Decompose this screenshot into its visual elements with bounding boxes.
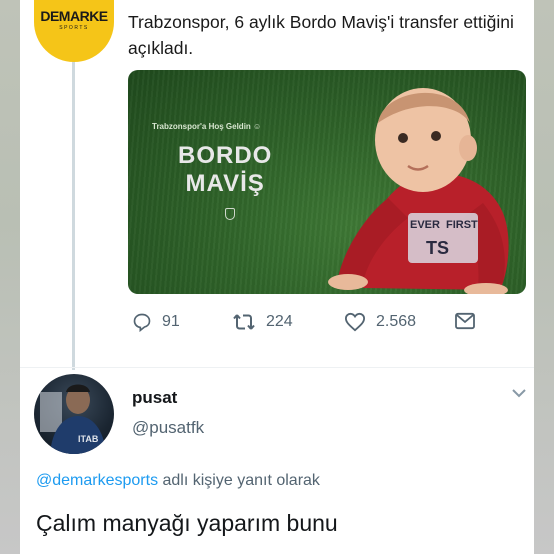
mail-share-icon (455, 312, 475, 330)
media-welcome-text: Trabzonspor'a Hoş Geldin ☺ (152, 122, 262, 131)
tweet-media-image[interactable]: Trabzonspor'a Hoş Geldin ☺ BORDO MAVİŞ E… (128, 70, 526, 294)
thread-line (72, 58, 75, 370)
chevron-down-icon[interactable] (510, 386, 528, 400)
retweet-icon (233, 314, 255, 330)
pusat-avatar[interactable]: ITAB (34, 374, 114, 454)
reply-author-name[interactable]: pusat (132, 388, 177, 408)
logo-sub-text: SPORTS (59, 25, 89, 31)
headline-line-2: MAVİŞ (185, 170, 265, 197)
retweet-action[interactable]: 224 (232, 312, 293, 332)
shirt-text-3: TS (426, 238, 449, 258)
baby-illustration: EVER FIRST TS (328, 88, 509, 294)
reply-to-line: @demarkesports adlı kişiye yanıt olarak (36, 472, 320, 490)
shirt-text-1: EVER (410, 219, 440, 231)
tweet-actions: 91 224 2.568 (132, 312, 482, 336)
heart-icon (344, 312, 366, 332)
player-photo: ITAB (40, 384, 106, 454)
share-action[interactable] (454, 312, 476, 330)
club-crest-icon (225, 208, 235, 220)
tweet-divider (20, 367, 534, 368)
reply-action[interactable]: 91 (132, 312, 180, 332)
like-count: 2.568 (376, 313, 417, 330)
reply-author-handle[interactable]: @pusatfk (132, 418, 204, 438)
reply-to-suffix: adlı kişiye yanıt olarak (158, 472, 320, 489)
retweet-count: 224 (266, 313, 293, 330)
like-action[interactable]: 2.568 (344, 312, 416, 332)
background-blur-right (532, 0, 554, 554)
logo-main-text: DEMARKE (40, 8, 108, 24)
tweet-text: Trabzonspor, 6 aylık Bordo Maviş'i trans… (128, 12, 514, 58)
reply-text: Çalım manyağı yaparım bunu (36, 510, 338, 536)
background-blur-left (0, 0, 22, 554)
reply-to-mention-link[interactable]: @demarkesports (36, 472, 158, 489)
media-headline: BORDO MAVİŞ (178, 142, 272, 198)
avatar-jersey-text: ITAB (78, 434, 99, 444)
headline-line-1: BORDO (178, 142, 273, 169)
reply-icon (133, 313, 151, 332)
reply-count: 91 (162, 313, 180, 330)
shirt-text-2: FIRST (446, 219, 478, 231)
